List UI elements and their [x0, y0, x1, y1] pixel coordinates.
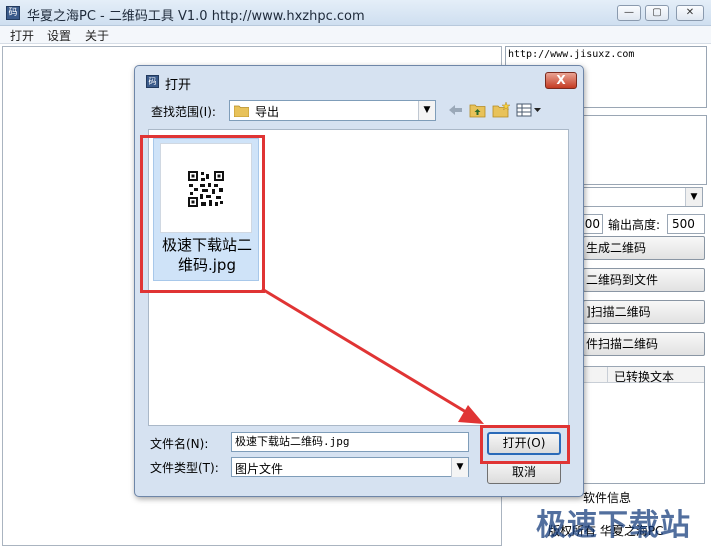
converted-table[interactable]: 已转换文本 [583, 366, 705, 484]
dialog-close-button[interactable]: X [545, 72, 577, 89]
file-type-value: 图片文件 [235, 462, 284, 476]
window-title: 华夏之海PC - 二维码工具 V1.0 http://www.hxzhpc.co… [27, 9, 365, 24]
view-menu-icon[interactable] [515, 101, 543, 119]
height-input[interactable]: 500 [667, 214, 705, 234]
file-type-combo[interactable]: 图片文件 ▼ [231, 457, 469, 477]
back-arrow-icon[interactable] [446, 101, 466, 119]
height-label: 输出高度: [608, 218, 661, 232]
look-in-value: 导出 [255, 105, 280, 119]
qr-app-icon: 码 [6, 6, 20, 20]
menu-settings[interactable]: 设置 [47, 27, 71, 44]
file-name-field-label: 文件名(N): [150, 437, 209, 451]
file-name-input[interactable]: 极速下载站二维码.jpg [231, 432, 469, 452]
menubar: 打开 设置 关于 [0, 26, 711, 44]
width-input[interactable]: 00 [583, 214, 603, 234]
chevron-down-icon[interactable]: ▼ [451, 458, 468, 477]
chevron-down-icon[interactable]: ▼ [418, 101, 435, 120]
screenshot-scan-button[interactable]: ]扫描二维码 [583, 300, 705, 324]
dialog-title: 打开 [165, 78, 192, 93]
qr-app-icon: 码 [146, 75, 159, 88]
folder-icon [234, 105, 249, 117]
menu-about[interactable]: 关于 [85, 27, 109, 44]
main-titlebar: 码 华夏之海PC - 二维码工具 V1.0 http://www.hxzhpc.… [0, 0, 711, 26]
up-folder-icon[interactable] [468, 101, 488, 119]
maximize-button[interactable]: ▢ [645, 5, 669, 21]
mode-select[interactable]: ▼ [583, 187, 703, 207]
site-watermark: 极速下载站 [536, 508, 691, 543]
generate-qr-button[interactable]: 生成二维码 [583, 236, 705, 260]
save-qr-button[interactable]: 二维码到文件 [583, 268, 705, 292]
look-in-combo[interactable]: 导出 ▼ [229, 100, 436, 121]
table-header: 已转换文本 [584, 367, 704, 384]
look-in-label: 查找范围(I): [151, 105, 216, 119]
file-type-label: 文件类型(T): [150, 461, 219, 475]
new-folder-icon[interactable] [491, 101, 511, 119]
chevron-down-icon: ▼ [685, 188, 702, 206]
cancel-button[interactable]: 取消 [487, 461, 561, 484]
menu-open[interactable]: 打开 [10, 27, 34, 44]
close-button[interactable]: ✕ [676, 5, 704, 21]
file-scan-button[interactable]: 件扫描二维码 [583, 332, 705, 356]
file-highlight-box [140, 135, 265, 293]
minimize-button[interactable]: — [617, 5, 641, 21]
open-button-highlight-box [480, 425, 570, 464]
table-header-text: 已转换文本 [614, 370, 675, 384]
